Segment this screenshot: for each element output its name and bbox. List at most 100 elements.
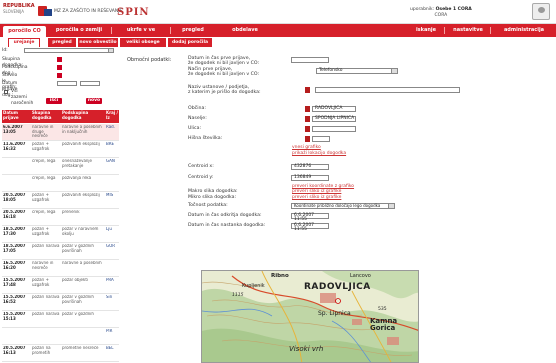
micro-link[interactable]: preveri sliko iz grafike [292,195,341,200]
cell-place: GOR [106,244,116,248]
institution-input[interactable] [315,87,460,93]
centroid-y-input[interactable]: 136849 [291,175,329,181]
nav-item-porocilo-co[interactable]: poročilo CO [3,26,46,37]
filter-id-label: Id: [2,48,8,53]
table-row[interactable]: 16.5.2007 16:20 naravne in nesreče naravne… [2,260,119,277]
macro-link[interactable]: preveri sliko iz grafike [292,189,341,194]
centroid-x-input[interactable]: 432876 [291,164,329,170]
map-label-kupljenik: Kupljenik [242,283,265,289]
col-subgroup[interactable]: Podskupina dogodka [62,110,98,120]
street-input[interactable] [312,126,356,132]
table-row[interactable]: 11.6.2007 16:32 požari + uzgafrok poživani… [2,141,119,158]
map-label-road-535: 535 [378,307,387,312]
cell-sub: požar v naravnem okolju [62,227,99,236]
filter-id-select[interactable] [24,48,114,53]
nav-item-nastavitve[interactable]: nastavitve [449,25,487,36]
cell-date: 18.5.2007 17:05 [3,244,26,253]
nav-item-ukrfe[interactable]: ukrfe v ve [113,25,169,36]
tab-novo-obvestilo[interactable]: novo obvestilo [78,38,118,47]
cell-sub: poživanja reka [62,176,92,180]
required-marker [57,65,62,70]
nav-item-pregled[interactable]: pregled [176,25,210,36]
first-report-datetime[interactable] [291,57,329,63]
house-number-input[interactable] [312,136,330,142]
table-row[interactable]: 20.5.2007 16:13 požari na prometih prometn… [2,345,119,362]
table-row[interactable]: 20.5.2007 18:05 požari + uzgafrok poživani… [2,192,119,209]
municipality-input[interactable]: RADOVLJICA [312,106,356,112]
cell-sub: naravne a posebnih in naključnih [62,125,102,134]
cell-date: 16.5.2007 16:20 [3,261,26,270]
required-marker [305,126,310,132]
tab-dodaj-porocila[interactable]: dodaj poročila [168,38,212,47]
report-method-select[interactable]: Telefonsko [316,68,398,74]
map-label-visoki-vrh: Visoki vrh [289,345,324,353]
cell-date [3,159,30,174]
table-row[interactable]: 15.5.2007 17:48 požari + uzgafrok požar ob… [2,277,119,294]
table-row[interactable]: 18.5.2007 17:05 požari narava požar v gozd… [2,243,119,260]
cell-sub: naravne a posebnih [62,261,102,265]
col-place[interactable]: Kraj / Iz [106,110,118,120]
precision-label: Točnost podatka: [188,203,228,208]
tab-urejanje[interactable]: urejanje [8,38,40,47]
street-label: Ulica: [188,126,202,131]
nav-item-iskanje[interactable]: iskanje [412,25,440,36]
sub-nav: urejanje pregled novo obvestilo veliki o… [0,37,220,54]
cell-sub: požar v gozdnih [62,312,94,316]
filter-date-from[interactable] [57,81,77,86]
cell-sub: poživanih eksplozij [62,193,100,197]
nav-item-porocila-zemlji[interactable]: poročila o zemlji [48,25,110,36]
cell-group [32,329,60,344]
cell-place: MIS [106,193,114,197]
cell-date: 20.5.2007 16:18 [3,210,26,219]
nav-item-obdelave[interactable]: obdelave [225,25,265,36]
required-marker [305,106,310,112]
cell-place [106,261,119,276]
entered-input[interactable]: 6.6.2007 11:55 [291,223,329,232]
table-row[interactable]: PIR [2,328,119,345]
cell-date: 20.5.2007 18:05 [3,193,26,202]
user-label: uporabnik: [410,7,435,12]
table-row[interactable]: 15.5.2007 16:52 požari narava požar v gozd… [2,294,119,311]
nav-item-administracija[interactable]: administracija [494,25,554,36]
search-button[interactable]: išči [46,98,62,104]
cell-place [106,210,119,225]
cell-group: crepin, lega [32,159,56,163]
settlement-input[interactable]: SPODNJA LIPNICA [312,116,356,122]
cell-date [3,329,30,344]
table-row[interactable]: 6.6.2007 13:05 naravne in druge nesreče na… [2,124,119,141]
cell-sub: prenenik [62,210,80,214]
filter-date-to[interactable] [80,81,100,86]
table-row[interactable]: 20.5.2007 16:18 crepin, lega prenenik [2,209,119,226]
table-row[interactable]: 15.5.2007 15:13 požari narava požar v gozd… [2,311,119,328]
cell-place [106,312,119,327]
precision-select[interactable]: Koordinate približno določajo lego dogod… [291,203,395,209]
user-avatar[interactable] [532,3,550,20]
cell-place: PIR [106,329,113,333]
reset-button[interactable]: novo [86,98,102,104]
map-label-elev-1115: 1115 [232,293,244,298]
tab-veliki-obsege[interactable]: veliki obsege CORA [120,38,166,54]
app-header: REPUBLIKA SLOVENIJA MZ ZA ZAŠČITO IN REŠ… [0,0,556,24]
table-row[interactable]: crepin, lega onesnaževanje pretakanje GAN [2,158,119,175]
location-map[interactable]: Ribno Kupljenik RADOVLJICA Sp. Lipnica K… [201,270,419,363]
cell-place: Rad. [106,125,115,129]
table-row[interactable]: crepin, lega poživanja reka [2,175,119,192]
nav-separator [444,27,445,34]
map-label-radovljica: RADOVLJICA [304,282,371,292]
tab-pregled[interactable]: pregled [48,38,76,47]
opened-input[interactable]: 6.6.2007 11:55 [291,213,329,222]
col-group[interactable]: Skupina dogodka [32,110,58,120]
table-row[interactable]: 18.5.2007 17:30 požari + uzgafrok požar v … [2,226,119,243]
show-location-link[interactable]: prikaži lokacijo dogodka [292,151,346,156]
cell-date: 18.5.2007 17:30 [3,227,26,236]
centroid-x-label: Centroid x: [188,164,214,169]
cell-sub: prometne nesreče [62,346,99,350]
cell-sub: požar objekti [62,278,89,282]
col-date[interactable]: Datum prijave [3,110,21,120]
filter-all-checkbox[interactable] [4,90,8,94]
filter-panel: Id: Skupina dogodka: Podskupina dog.: Št… [2,48,119,106]
map-label-kamna-gorica: Kamna Gorica [370,317,398,332]
add-graphic-link[interactable]: vnesi grafiko [292,145,321,150]
nav-separator [490,27,491,34]
settlement-label: Naselje: [188,116,207,121]
